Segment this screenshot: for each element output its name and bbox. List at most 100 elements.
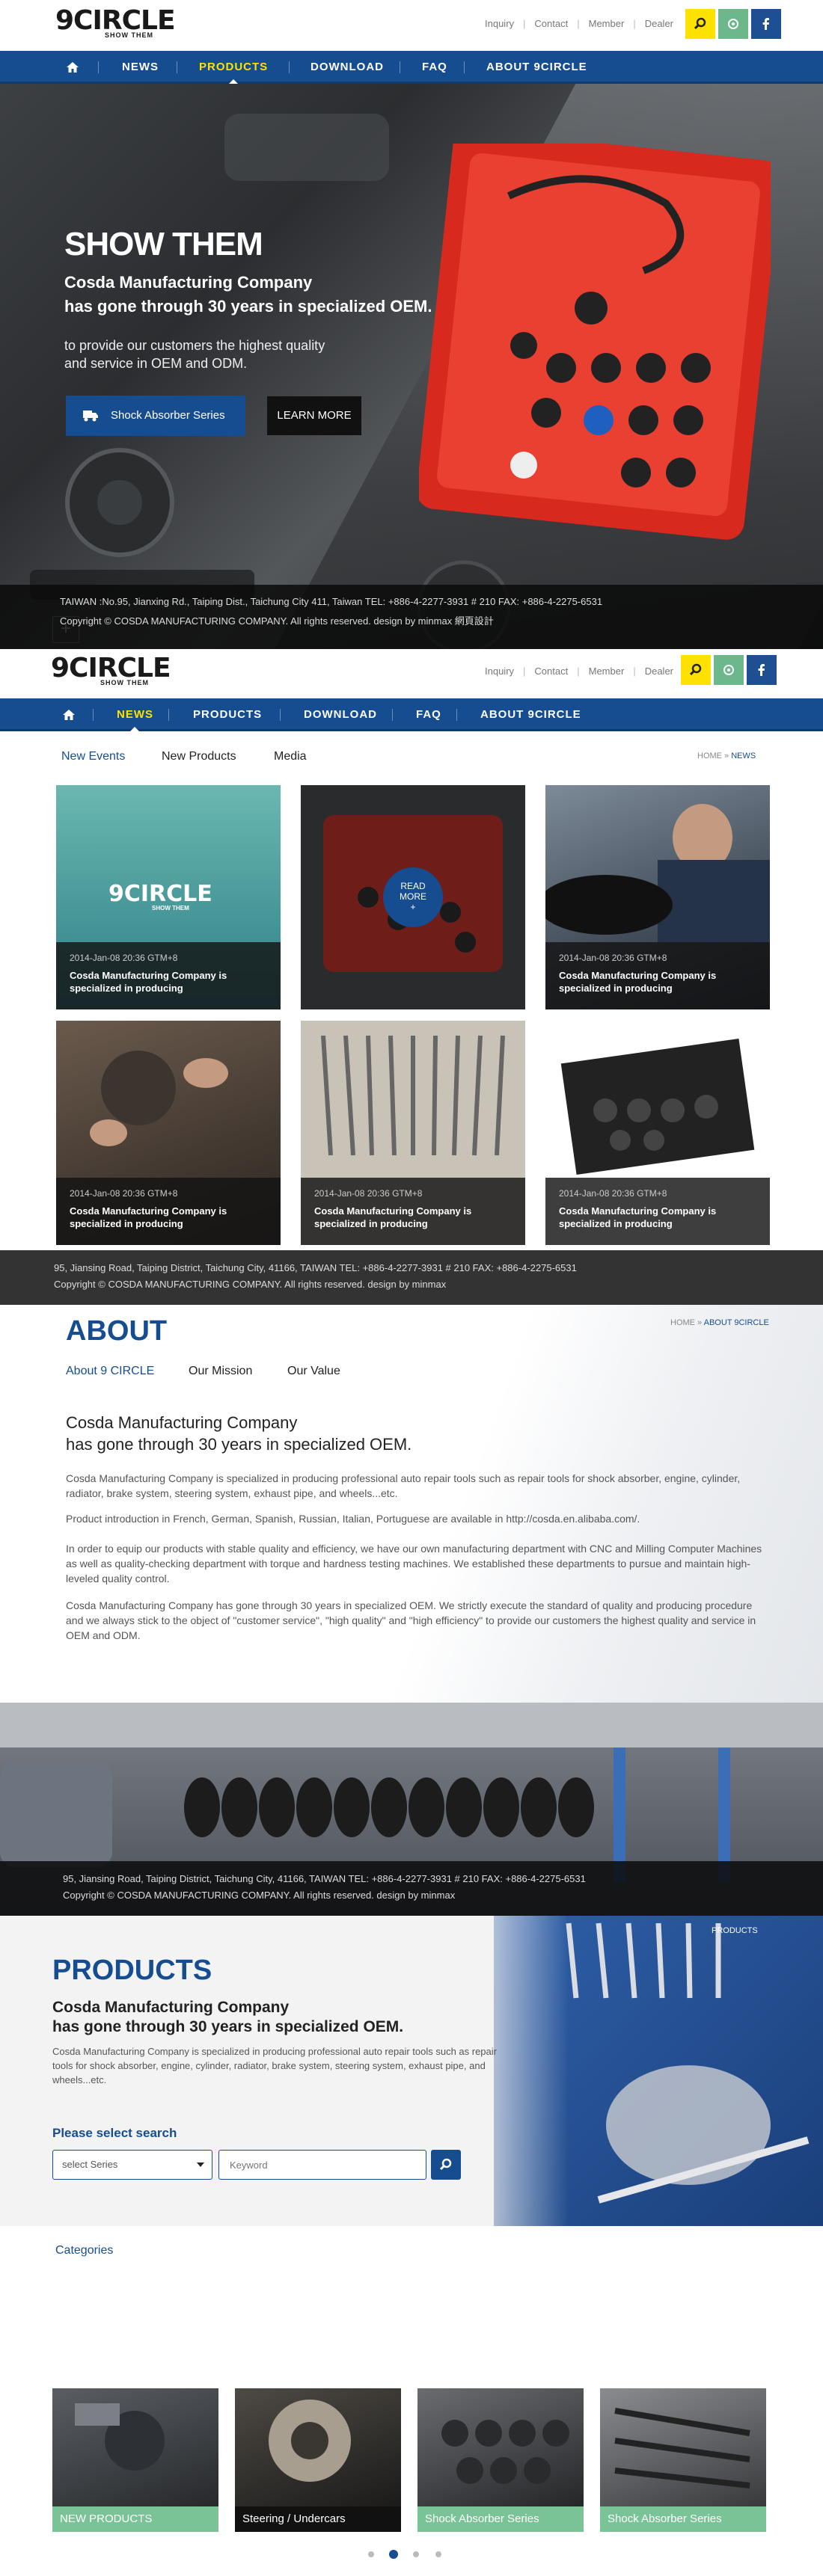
divider: | xyxy=(577,665,580,677)
carousel-dot[interactable] xyxy=(435,2551,441,2557)
tab-our-value[interactable]: Our Value xyxy=(287,1365,340,1378)
card-title: Cosda Manufacturing Company is specializ… xyxy=(70,970,227,994)
top-links: Inquiry | Contact | Member | Dealer xyxy=(485,18,673,29)
tab-our-mission[interactable]: Our Mission xyxy=(189,1365,252,1378)
card-date: 2014-Jan-08 20:36 GTM+8 xyxy=(70,953,178,963)
search-button[interactable] xyxy=(681,655,711,685)
series-select[interactable]: select Series xyxy=(52,2150,212,2180)
learn-more-button[interactable]: LEARN MORE xyxy=(267,396,361,435)
about-footer: 95, Jiansing Road, Taiping District, Tai… xyxy=(0,1861,823,1916)
category-card-steering[interactable]: Steering / Undercars xyxy=(235,2388,401,2532)
carousel-dot-active[interactable] xyxy=(389,2550,398,2559)
facebook-button[interactable] xyxy=(751,9,781,39)
facebook-button[interactable] xyxy=(747,655,777,685)
socket-set-image xyxy=(560,1039,755,1175)
facebook-icon xyxy=(758,664,765,676)
share-button[interactable] xyxy=(714,655,744,685)
contact-link[interactable]: Contact xyxy=(534,18,568,29)
nav-news[interactable]: NEWS xyxy=(122,51,159,84)
tools-thumb-image xyxy=(614,2408,750,2489)
category-label: Steering / Undercars xyxy=(235,2506,401,2532)
member-link[interactable]: Member xyxy=(589,665,625,677)
address-text: TAIWAN :No.95, Jianxing Rd., Taiping Dis… xyxy=(60,596,603,607)
member-link[interactable]: Member xyxy=(589,18,625,29)
nav-divider xyxy=(168,709,169,721)
about-title: ABOUT xyxy=(66,1315,168,1347)
contact-link[interactable]: Contact xyxy=(534,665,568,677)
category-card-shock-absorber[interactable]: Shock Absorber Series xyxy=(600,2388,766,2532)
logo-text: 9CIRCLE xyxy=(55,5,176,36)
home-icon[interactable] xyxy=(62,709,76,721)
breadcrumb-home[interactable]: HOME xyxy=(670,1318,695,1327)
nav-divider xyxy=(392,709,393,721)
category-card-new-products[interactable]: NEW PRODUCTS xyxy=(52,2388,218,2532)
shock-absorber-button-label: Shock Absorber Series xyxy=(111,409,225,422)
header-top: 9CIRCLE SHOW THEM Inquiry | Contact | Member… xyxy=(0,0,823,51)
category-card-shock-absorber[interactable]: Shock Absorber Series xyxy=(417,2388,584,2532)
keyword-input[interactable] xyxy=(218,2150,426,2180)
divider: | xyxy=(523,665,526,677)
nav-faq[interactable]: FAQ xyxy=(416,698,441,731)
divider: | xyxy=(633,18,636,29)
inquiry-link[interactable]: Inquiry xyxy=(485,665,514,677)
hero-banner: SHOW THEM Cosda Manufacturing Company ha… xyxy=(0,84,823,649)
card-title: Cosda Manufacturing Company is specializ… xyxy=(559,1205,717,1229)
search-submit-button[interactable] xyxy=(431,2150,461,2180)
categories-section: Categories xyxy=(0,2226,823,2355)
breadcrumb-home[interactable]: HOME xyxy=(697,751,722,760)
products-heading-1: Cosda Manufacturing Company xyxy=(52,1999,290,2016)
hero-headline: SHOW THEM xyxy=(64,226,263,262)
card-title: Cosda Manufacturing Company is specializ… xyxy=(70,1205,227,1229)
nav-about[interactable]: ABOUT 9CIRCLE xyxy=(480,698,581,731)
search-button[interactable] xyxy=(685,9,715,39)
news-section: New Events New Products Media HOME » NEW… xyxy=(0,731,823,1305)
tab-new-products[interactable]: New Products xyxy=(162,750,236,763)
home-icon[interactable] xyxy=(66,61,79,73)
dealer-link[interactable]: Dealer xyxy=(645,18,673,29)
sockets-thumb-image xyxy=(441,2420,569,2484)
news-card[interactable]: 9CIRCLE SHOW THEM 2014-Jan-08 20:36 GTM+… xyxy=(56,785,281,1009)
tab-media[interactable]: Media xyxy=(274,750,307,763)
main-nav: NEWS PRODUCTS DOWNLOAD FAQ ABOUT 9CIRCLE xyxy=(0,51,823,84)
engine-thumb-image xyxy=(75,2403,165,2471)
read-more-button[interactable]: READ MORE + xyxy=(383,867,443,927)
dealer-link[interactable]: Dealer xyxy=(645,665,673,677)
shock-absorber-button[interactable]: Shock Absorber Series xyxy=(66,396,245,436)
category-label: Shock Absorber Series xyxy=(600,2506,766,2532)
news-card[interactable]: 2014-Jan-08 20:36 GTM+8 Cosda Manufactur… xyxy=(56,1021,281,1245)
nav-divider xyxy=(98,61,99,73)
copyright-text: Copyright © COSDA MANUFACTURING COMPANY.… xyxy=(54,1279,447,1290)
inquiry-link[interactable]: Inquiry xyxy=(485,18,514,29)
share-button[interactable] xyxy=(718,9,748,39)
nav-divider xyxy=(456,709,457,721)
nav-faq[interactable]: FAQ xyxy=(422,51,447,84)
tab-about-9circle[interactable]: About 9 CIRCLE xyxy=(66,1365,154,1378)
nav-download[interactable]: DOWNLOAD xyxy=(310,51,384,84)
read-more-label-2: MORE xyxy=(400,891,426,902)
card-date: 2014-Jan-08 20:36 GTM+8 xyxy=(70,1188,178,1199)
carousel-pagination xyxy=(368,2550,450,2559)
hero-desc-1: to provide our customers the highest qua… xyxy=(64,338,325,353)
card-date: 2014-Jan-08 20:36 GTM+8 xyxy=(559,953,667,963)
breadcrumb: HOME » ABOUT 9CIRCLE xyxy=(670,1318,769,1327)
logo[interactable]: 9CIRCLE SHOW THEM xyxy=(55,5,176,40)
carousel-dot[interactable] xyxy=(368,2551,374,2557)
news-card[interactable]: 2014-Jan-08 20:36 GTM+8 Cosda Manufactur… xyxy=(545,785,770,1009)
wrenches-image xyxy=(321,1035,505,1156)
news-card[interactable]: READ MORE + xyxy=(301,785,525,1009)
products-title: PRODUCTS xyxy=(52,1955,212,1986)
carousel-dot[interactable] xyxy=(413,2551,419,2557)
nav-download[interactable]: DOWNLOAD xyxy=(304,698,377,731)
logo[interactable]: 9CIRCLE SHOW THEM xyxy=(51,655,171,687)
tab-new-events[interactable]: New Events xyxy=(61,750,125,763)
nav-about[interactable]: ABOUT 9CIRCLE xyxy=(486,51,587,84)
chevron-down-icon xyxy=(197,2162,204,2167)
nav-products[interactable]: PRODUCTS xyxy=(193,698,262,731)
about-heading-1: Cosda Manufacturing Company xyxy=(66,1413,298,1432)
card-title: Cosda Manufacturing Company is specializ… xyxy=(559,970,717,994)
news-card[interactable]: 2014-Jan-08 20:36 GTM+8 Cosda Manufactur… xyxy=(545,1021,770,1245)
clutch-thumb-image xyxy=(269,2400,351,2482)
read-more-label-1: READ xyxy=(400,881,426,891)
news-card[interactable]: 2014-Jan-08 20:36 GTM+8 Cosda Manufactur… xyxy=(301,1021,525,1245)
nav-divider xyxy=(280,709,281,721)
